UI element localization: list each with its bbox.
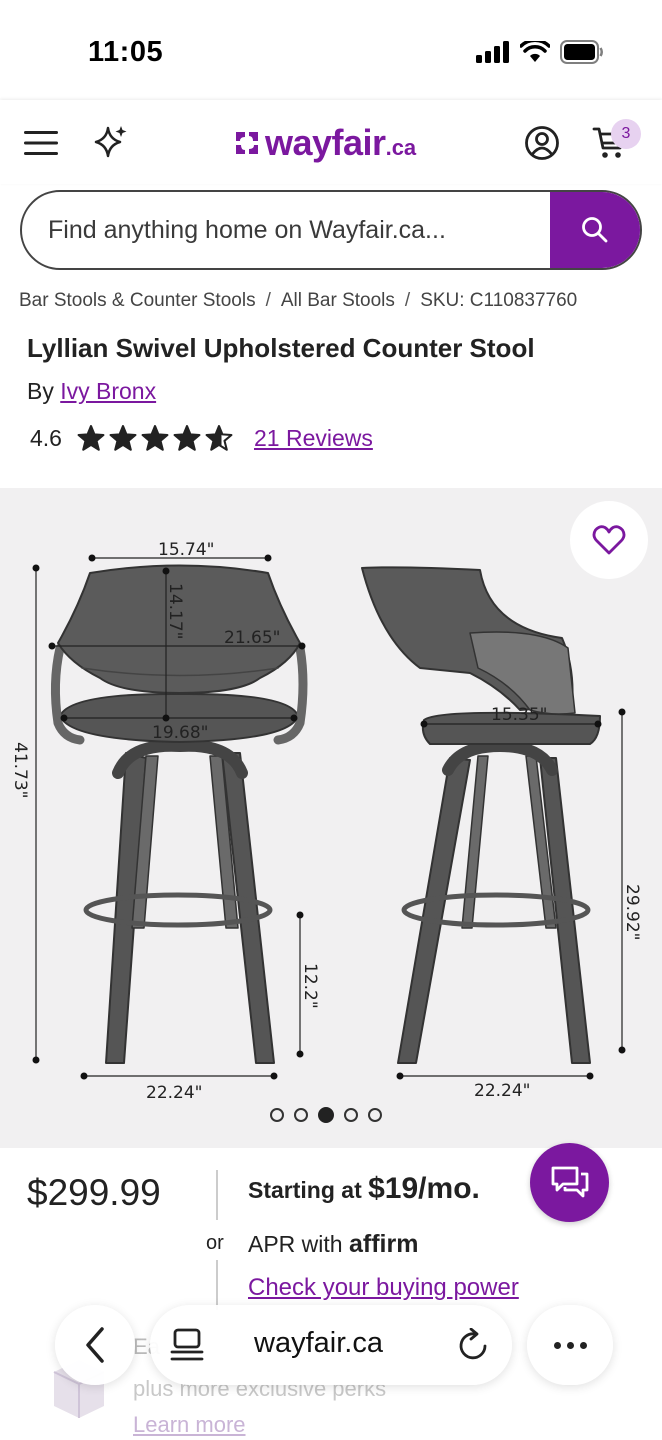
affirm-logo: affirm [348,1230,419,1258]
wayfair-logo[interactable]: wayfair .ca [232,122,416,164]
product-byline: By Ivy Bronx [27,378,156,405]
product-title: Lyllian Swivel Upholstered Counter Stool [27,333,535,363]
browser-more-button[interactable] [527,1305,613,1385]
more-icon-dot [579,1341,587,1349]
rating-row: 4.6 21 Reviews [30,424,373,452]
product-image-gallery[interactable]: 15.74" 14.17" 21.65" 19.68" 41.73" 12.2"… [0,488,662,1148]
carousel-dot-active[interactable] [318,1107,334,1123]
logo-pinwheel-icon [236,132,258,154]
carousel-dot[interactable] [344,1108,358,1122]
favorite-button[interactable] [570,501,648,579]
wifi-icon [520,41,550,62]
monthly-amount: $19/mo. [368,1172,480,1205]
search-icon [582,217,608,243]
logo-suffix: .ca [385,135,417,160]
account-icon [525,126,559,160]
reload-icon[interactable] [456,1328,490,1362]
dim-front-seat-depth: 19.68" [152,723,209,743]
status-time: 11:05 [88,36,164,68]
brand-link[interactable]: Ivy Bronx [60,378,156,404]
starting-label: Starting at [248,1177,369,1203]
price-divider [216,1170,218,1220]
more-icon-dot [566,1341,574,1349]
dim-front-back-height: 14.17" [165,583,185,640]
battery-icon [560,40,603,64]
menu-button[interactable] [22,124,60,162]
ai-assistant-button[interactable] [92,123,130,161]
by-label: By [27,378,54,404]
more-icon-dot [553,1341,561,1349]
dim-front-arm-width: 21.65" [224,628,281,648]
breadcrumb-separator: / [265,290,271,311]
dim-front-base-width: 22.24" [146,1083,203,1103]
product-image: 15.74" 14.17" 21.65" 19.68" 41.73" 12.2"… [10,540,642,1103]
breadcrumb-separator: / [404,290,411,311]
chat-icon [551,1166,588,1197]
chevron-left-icon [86,1327,104,1363]
search-button[interactable] [550,192,640,268]
logo-word: wayfair [265,122,386,163]
sparkle-icon [94,126,127,158]
dim-seat-height: 29.92" [622,884,642,941]
browser-url-bar[interactable]: wayfair.ca [150,1305,512,1385]
dim-side-seat-depth: 15.35" [491,705,548,725]
or-label: or [206,1232,224,1254]
breadcrumb-sku: SKU: C110837760 [420,290,578,311]
carousel-dot[interactable] [294,1108,308,1122]
carousel-dot[interactable] [368,1108,382,1122]
star-icon [109,425,137,451]
star-icon [77,425,105,451]
browser-url-text: wayfair.ca [254,1327,383,1359]
status-icons [476,40,604,64]
account-button[interactable] [521,122,563,164]
breadcrumb: Bar Stools & Counter Stools / All Bar St… [19,290,577,312]
star-icon [205,425,233,451]
star-icon [141,425,169,451]
buying-power-link[interactable]: Check your buying power [248,1274,519,1302]
rating-value: 4.6 [30,424,62,451]
side-leg [397,757,471,1064]
star-rating [76,424,234,452]
status-bar: 11:05 [0,0,662,100]
browser-back-button[interactable] [55,1305,135,1385]
carousel-dot[interactable] [270,1108,284,1122]
breadcrumb-item[interactable]: Bar Stools & Counter Stools [19,290,256,312]
reviews-link[interactable]: 21 Reviews [254,425,373,452]
chat-button[interactable] [530,1143,609,1222]
star-icon [173,425,201,451]
promo-learn-more[interactable]: Learn more [133,1412,246,1438]
reader-icon[interactable] [170,1328,204,1362]
breadcrumb-item[interactable]: All Bar Stools [281,290,395,312]
heart-icon [592,525,626,555]
price-divider [216,1260,218,1310]
search-input[interactable] [22,192,552,268]
financing-starting: Starting at $19/mo. [248,1172,480,1206]
dim-side-base-width: 22.24" [474,1081,531,1101]
apr-label: APR with [248,1231,349,1257]
dim-footrest-height: 12.2" [300,963,320,1009]
signal-icon [476,41,509,63]
dim-front-seat-width: 15.74" [158,540,215,560]
price: $299.99 [27,1172,161,1213]
dim-total-height: 41.73" [10,742,30,799]
financing-apr: APR with affirm [248,1230,418,1259]
menu-icon [24,131,58,155]
carousel-dots [270,1107,382,1123]
cart-count-badge: 3 [611,119,641,149]
search-bar [20,190,642,270]
